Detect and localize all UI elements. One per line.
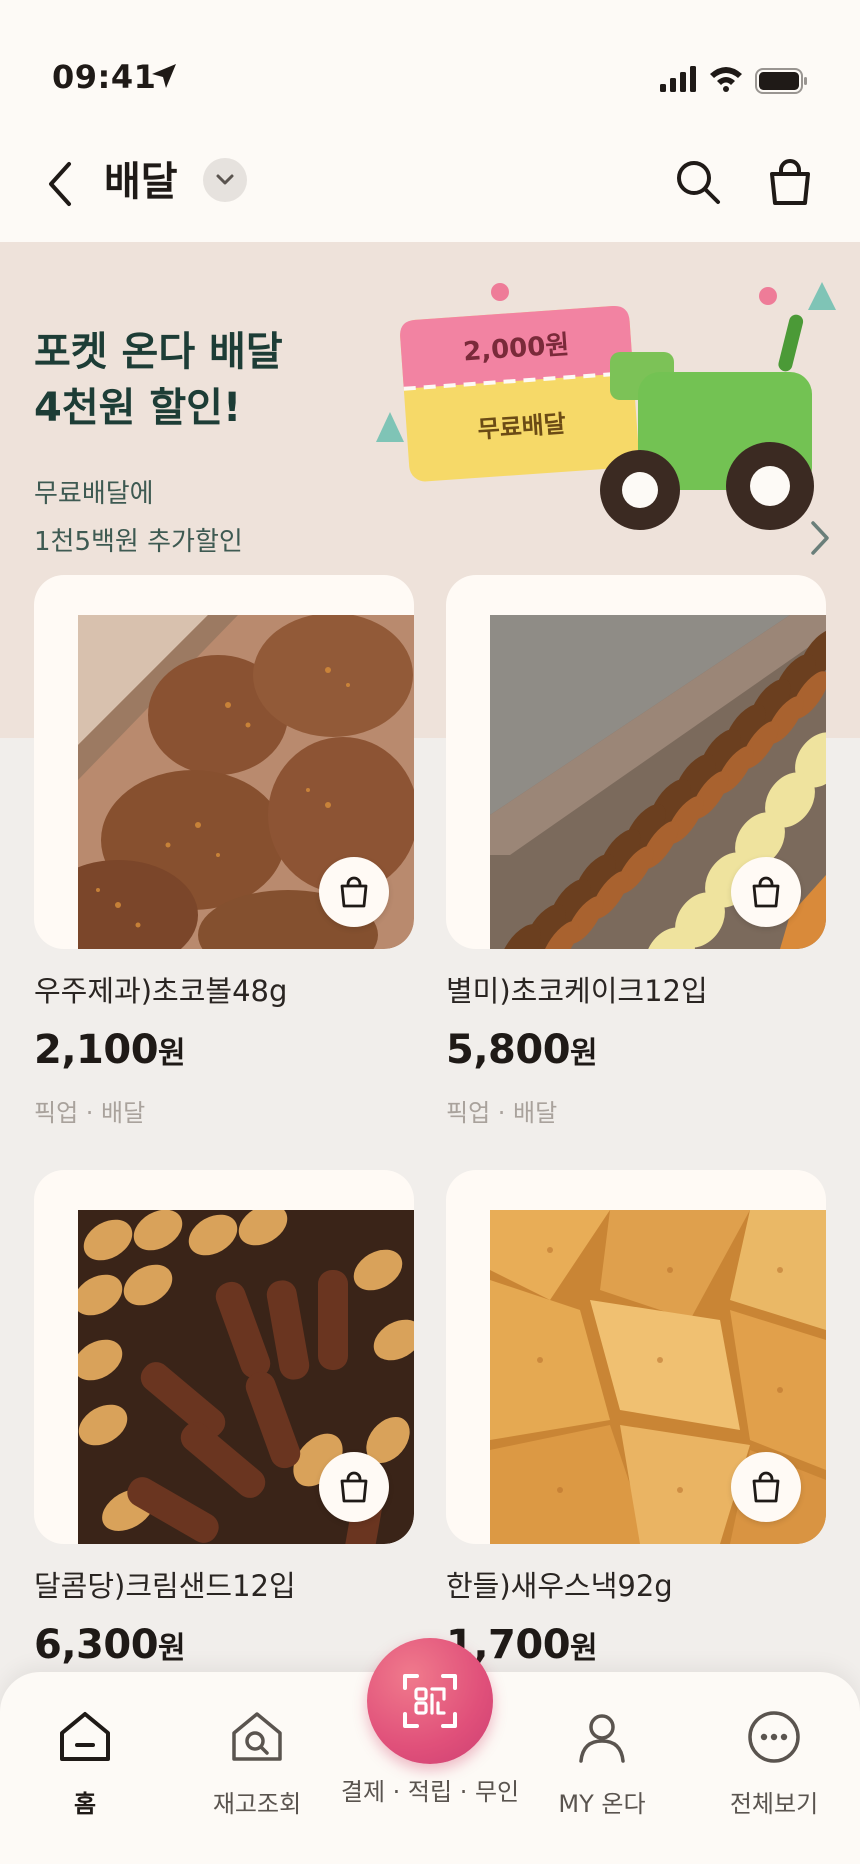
- nav-stock-label: 재고조회: [212, 1790, 302, 1818]
- nav-home-label: 홈: [73, 1790, 97, 1818]
- banner-headline-line2: 4천원 할인!: [34, 385, 242, 431]
- banner-headline-line1: 포켓 온다 배달: [34, 329, 283, 375]
- location-arrow-icon: [152, 64, 176, 88]
- product-image-frame[interactable]: [446, 575, 826, 949]
- scan-pay-button[interactable]: [367, 1638, 493, 1764]
- shopping-bag-icon: [340, 876, 368, 908]
- product-name: 한들)새우스낵92g: [446, 1569, 673, 1603]
- shopping-bag-icon: [752, 876, 780, 908]
- price-value: 2,100: [34, 1027, 159, 1073]
- nav-stock-search[interactable]: 재고조회: [182, 1702, 332, 1819]
- user-icon: [579, 1714, 625, 1763]
- nav-home[interactable]: 홈: [10, 1702, 160, 1819]
- product-card[interactable]: 한들)새우스낵92g 1,700원: [446, 1170, 826, 1670]
- signal-icon: [660, 66, 696, 92]
- add-to-cart-button[interactable]: [319, 857, 389, 927]
- banner-subtitle-line2: 1천5백원 추가할인: [34, 527, 243, 557]
- price-value: 6,300: [34, 1622, 159, 1668]
- back-button[interactable]: [38, 152, 82, 216]
- chevron-down-icon: [216, 174, 234, 185]
- battery-icon: [755, 68, 807, 94]
- product-image-frame[interactable]: [34, 1170, 414, 1544]
- banner-subtitle: 무료배달에 1천5백원 추가할인: [34, 470, 364, 566]
- nav-my-label: MY 온다: [558, 1790, 646, 1818]
- banner-next-button[interactable]: [800, 510, 840, 566]
- status-time: 09:41: [52, 58, 157, 96]
- shopping-bag-icon: [340, 1471, 368, 1503]
- price-unit: 원: [570, 1631, 598, 1666]
- product-price: 2,100원: [34, 1025, 186, 1079]
- product-name: 우주제과)초코볼48g: [34, 974, 288, 1008]
- product-name: 달콤당)크림샌드12입: [34, 1569, 296, 1603]
- chevron-right-icon: [811, 521, 829, 555]
- product-image-frame[interactable]: [446, 1170, 826, 1544]
- product-card[interactable]: 별미)초코케이크12입 5,800원 픽업 · 배달: [446, 575, 826, 1135]
- add-to-cart-button[interactable]: [731, 1452, 801, 1522]
- search-button[interactable]: [670, 150, 726, 214]
- product-card[interactable]: 달콤당)크림샌드12입 6,300원: [34, 1170, 414, 1670]
- product-card[interactable]: 우주제과)초코볼48g 2,100원 픽업 · 배달: [34, 575, 414, 1135]
- store-search-icon: [232, 1712, 282, 1761]
- top-app-bar: 배달: [0, 130, 860, 242]
- shopping-bag-icon: [752, 1471, 780, 1503]
- home-icon: [60, 1712, 110, 1761]
- banner-headline: 포켓 온다 배달 4천원 할인!: [34, 324, 364, 436]
- nav-more-label: 전체보기: [729, 1790, 819, 1818]
- page-title: 배달: [104, 159, 178, 205]
- wifi-icon: [710, 67, 742, 92]
- price-unit: 원: [158, 1036, 186, 1071]
- status-bar: 09:41: [0, 0, 860, 130]
- cart-button[interactable]: [760, 150, 820, 214]
- add-to-cart-button[interactable]: [319, 1452, 389, 1522]
- add-to-cart-button[interactable]: [731, 857, 801, 927]
- chevron-left-icon: [49, 162, 71, 206]
- shopping-bag-icon: [770, 159, 810, 205]
- product-image-frame[interactable]: [34, 575, 414, 949]
- more-icon: [748, 1711, 800, 1763]
- product-tags: 픽업 · 배달: [34, 1099, 146, 1127]
- nav-my-onda[interactable]: MY 온다: [527, 1702, 677, 1819]
- nav-scan-label: 결제 · 적립 · 무인: [340, 1778, 520, 1806]
- banner-subtitle-line1: 무료배달에: [34, 479, 154, 509]
- price-unit: 원: [158, 1631, 186, 1666]
- service-dropdown-button[interactable]: [203, 158, 247, 202]
- barcode-scan-icon: [403, 1674, 457, 1728]
- product-name: 별미)초코케이크12입: [446, 974, 708, 1008]
- price-unit: 원: [570, 1036, 598, 1071]
- product-price: 5,800원: [446, 1025, 598, 1079]
- nav-more[interactable]: 전체보기: [699, 1702, 849, 1819]
- price-value: 5,800: [446, 1027, 571, 1073]
- search-icon: [677, 161, 720, 204]
- product-tags: 픽업 · 배달: [446, 1099, 558, 1127]
- product-price: 6,300원: [34, 1620, 186, 1674]
